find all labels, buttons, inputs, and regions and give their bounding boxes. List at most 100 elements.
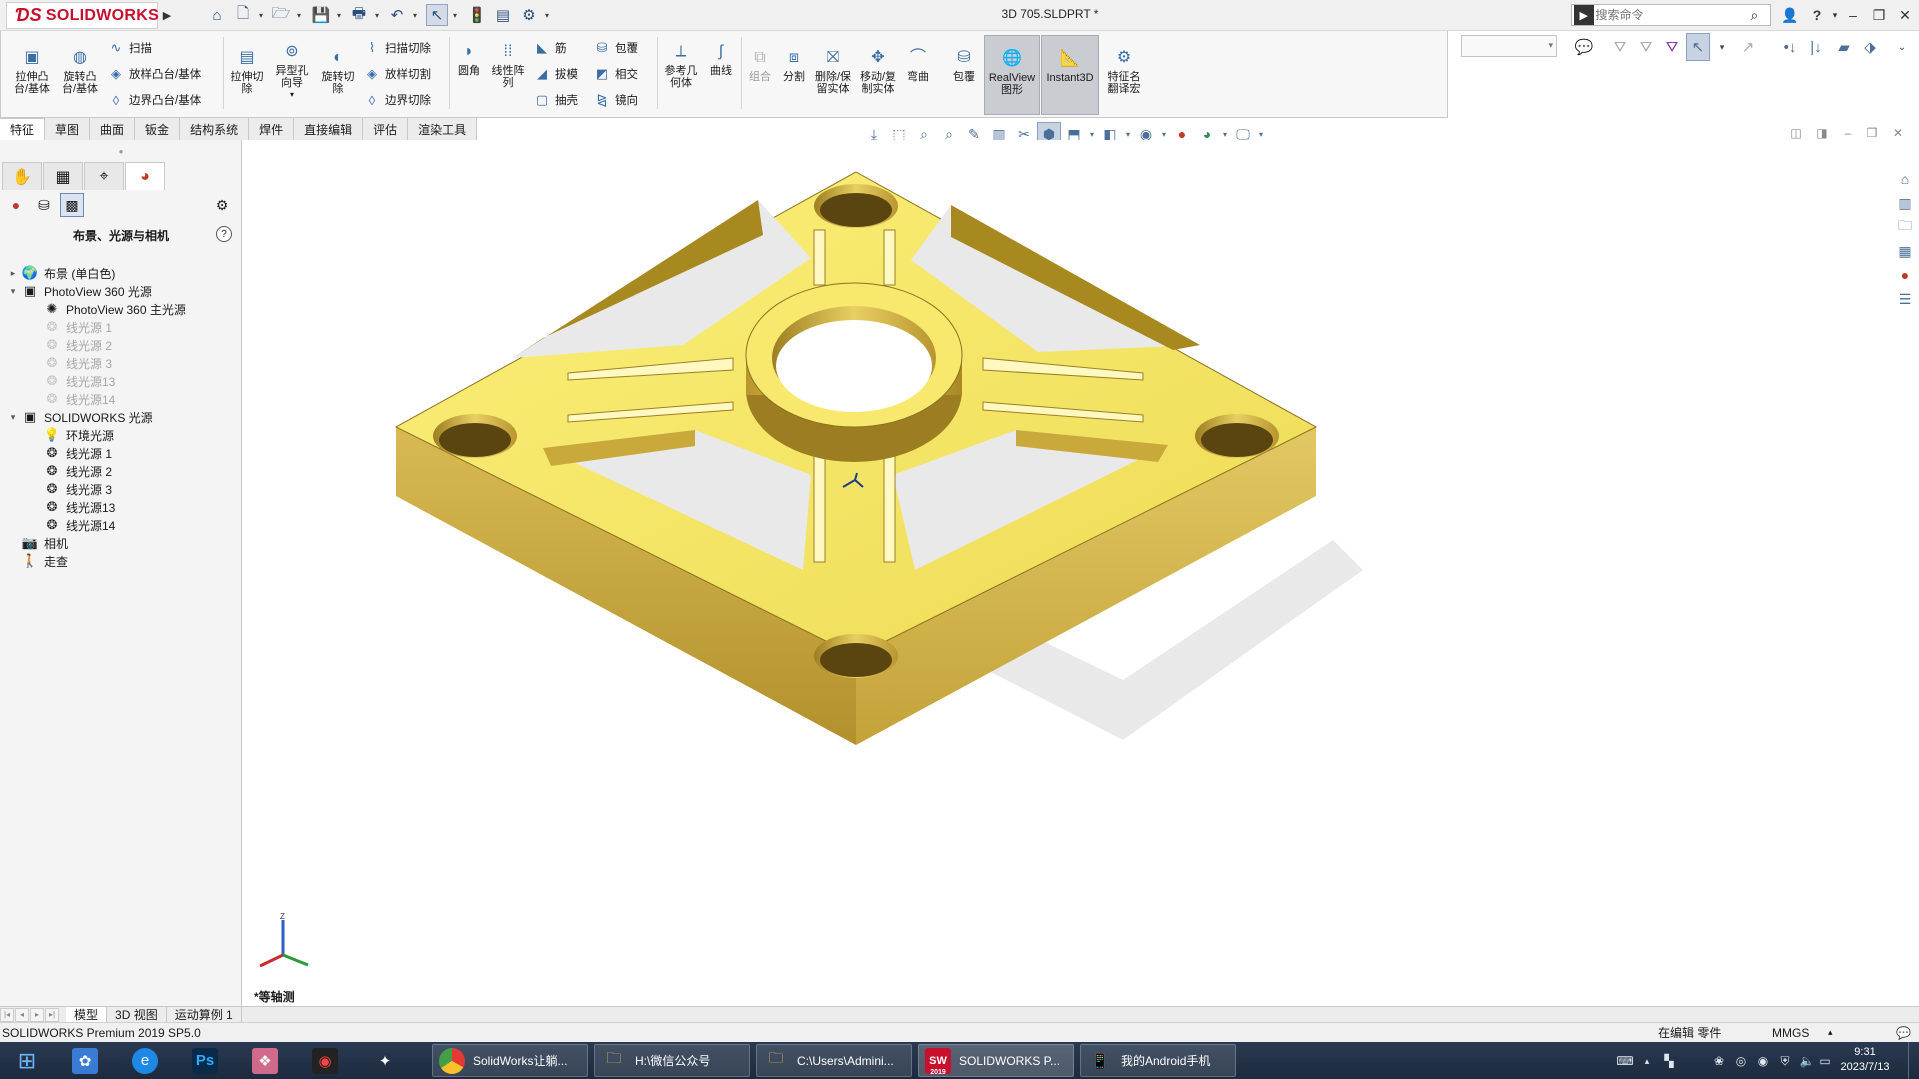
delete-body-button[interactable]: ⛝ 删除/保 留实体 [811,47,855,96]
taskbar-photoshop[interactable]: Ps [186,1044,232,1077]
flex-button[interactable]: ⌒ 弯曲 [901,47,935,84]
tray-app-3-icon[interactable]: ◎ [1732,1052,1750,1070]
tab-surfaces[interactable]: 曲面 [90,118,136,140]
search-commands-box[interactable]: ▶ ⌕ [1571,4,1771,26]
shell-button[interactable]: ▢ 抽壳 [533,91,578,109]
help-icon[interactable]: ? [216,226,232,242]
fillet-button[interactable]: ◗ 圆角 [451,41,487,78]
swept-cut-button[interactable]: ⌇ 扫描切除 [363,39,431,57]
unit-dropdown-icon[interactable]: ▴ [1828,1027,1833,1038]
tab-model[interactable]: 模型 [66,1006,108,1023]
tab-motion-study[interactable]: 运动算例 1 [167,1006,242,1023]
filter-edges-icon[interactable]: ⛛ [1634,33,1658,61]
axis-icon[interactable]: |↓ [1804,33,1828,61]
file-explorer-icon[interactable]: 🗀 [1893,216,1917,238]
filter-faces-icon[interactable]: ⛛ [1660,33,1684,61]
wrap-small-button[interactable]: ⛁ 包覆 [593,39,638,57]
new-document-icon[interactable]: 🗋 [232,4,254,26]
wrap-big-button[interactable]: ⛁ 包覆 [947,47,981,84]
extrude-cut-button[interactable]: ▤ 拉伸切 除 [225,47,269,96]
appearances-icon[interactable]: ● [4,193,28,217]
save-dropdown-icon[interactable]: ▾ [334,4,344,26]
tree-expander-icon[interactable]: ▾ [6,286,20,297]
print-icon[interactable]: 🖶 [348,4,370,26]
tray-app-2-icon[interactable]: ❀ [1710,1052,1728,1070]
first-tab-nav-icon[interactable]: |◂ [0,1007,14,1022]
select-dropdown-arrow-icon[interactable]: ▾ [1710,33,1734,61]
move-copy-body-button[interactable]: ✥ 移动/复 制实体 [855,47,901,96]
options-dropdown-icon[interactable]: ▾ [542,4,552,26]
tray-expand-icon[interactable]: ▴ [1638,1052,1656,1070]
volume-icon[interactable]: 🔈 [1798,1052,1816,1070]
tab-structure-system[interactable]: 结构系统 [180,118,250,140]
tab-sketch[interactable]: 草图 [45,118,91,140]
rebuild-icon[interactable]: 🚦 [466,4,488,26]
taskbar-item-folder-1[interactable]: 🗀 H:\微信公众号 [594,1044,750,1077]
show-desktop-button[interactable] [1908,1042,1919,1079]
design-library-icon[interactable]: ▥ [1893,192,1917,214]
display-manager-options-icon[interactable]: ⚙ [210,193,234,217]
taskbar-item-phone[interactable]: 📱 我的Android手机 [1080,1044,1236,1077]
search-input[interactable] [1595,8,1751,22]
options-gear-icon[interactable]: ⚙ [518,4,540,26]
draft-button[interactable]: ◢ 拔模 [533,65,578,83]
taskbar-item-folder-2[interactable]: 🗀 C:\Users\Admini... [756,1044,912,1077]
rib-button[interactable]: ◣ 筋 [533,39,567,57]
sweep-button[interactable]: ∿ 扫描 [107,39,152,57]
home-icon[interactable]: ⌂ [206,4,228,26]
menu-expand-arrow-icon[interactable]: ▶ [160,4,174,26]
tree-expander-icon[interactable]: ▾ [6,412,20,423]
reference-geometry-button[interactable]: ⟂ 参考几 何体 [659,41,703,90]
tab-3d-views[interactable]: 3D 视图 [107,1006,167,1023]
open-folder-icon[interactable]: 🗁 [270,4,292,26]
feature-manager-tab-icon[interactable]: ✋ [2,162,42,190]
save-icon[interactable]: 💾 [310,4,332,26]
last-tab-nav-icon[interactable]: ▸| [45,1007,59,1022]
taskbar-pinned-app[interactable]: ✿ [66,1044,112,1077]
select-arrow-icon[interactable]: ↖ [1686,33,1710,61]
select-dropdown-icon[interactable]: ▾ [450,4,460,26]
appearances-scenes-icon[interactable]: ● [1893,264,1917,286]
undo-dropdown-icon[interactable]: ▾ [410,4,420,26]
tab-sheet-metal[interactable]: 钣金 [135,118,181,140]
configuration-manager-tab-icon[interactable]: ⌖ [84,162,124,190]
print-dropdown-icon[interactable]: ▾ [372,4,382,26]
hole-wizard-button[interactable]: ⊚ 异型孔 向导 ▾ [269,41,315,101]
user-account-icon[interactable]: 👤 [1777,4,1803,26]
next-tab-nav-icon[interactable]: ▸ [30,1007,44,1022]
status-help-icon[interactable]: 💬 [1896,1026,1911,1040]
taskbar-pinned-misc[interactable]: ✦ [366,1044,412,1077]
custom-properties-icon[interactable]: ☰ [1893,288,1917,310]
linear-pattern-button[interactable]: ⁞⁞ 线性阵 列 [487,41,529,90]
tab-render-tools[interactable]: 渲染工具 [408,118,478,140]
tray-app-4-icon[interactable]: ◉ [1754,1052,1772,1070]
prev-tab-nav-icon[interactable]: ◂ [15,1007,29,1022]
lofted-cut-button[interactable]: ◈ 放样切割 [363,65,431,83]
hole-wizard-dropdown-icon[interactable]: ▾ [290,89,294,101]
taskbar-item-chrome[interactable]: SolidWorks让躺... [432,1044,588,1077]
tab-evaluate[interactable]: 评估 [363,118,409,140]
config-dropdown[interactable]: ▾ [1461,35,1557,57]
file-properties-icon[interactable]: ▤ [492,4,514,26]
viewport-close-icon[interactable]: ✕ [1888,124,1908,142]
solidworks-logo[interactable]: ƊS SOLIDWORKS [6,2,159,29]
tree-item[interactable]: 🚶 走查 [6,550,68,572]
mirror-button[interactable]: ⧎ 镜向 [593,91,638,109]
restore-window-icon[interactable]: ❐ [1866,4,1892,26]
graphics-area[interactable] [243,140,1891,1006]
system-clock[interactable]: 9:31 2023/7/13 [1830,1045,1900,1075]
extrude-boss-button[interactable]: ▣ 拉伸凸 台/基体 [9,47,55,96]
intersect-button[interactable]: ◩ 相交 [593,65,638,83]
close-window-icon[interactable]: ✕ [1892,4,1918,26]
tab-direct-editing[interactable]: 直接编辑 [294,118,364,140]
taskbar-recorder[interactable]: ◉ [306,1044,352,1077]
toolbar-overflow-icon[interactable]: ⌄ [1890,33,1914,61]
tree-expander-icon[interactable]: ▸ [6,268,20,279]
part-model-3d[interactable] [243,140,1891,1006]
view-palette-icon[interactable]: ▦ [1893,240,1917,262]
comment-icon[interactable]: 💬 [1572,33,1596,61]
revolve-boss-button[interactable]: ◍ 旋转凸 台/基体 [57,47,103,96]
new-dropdown-icon[interactable]: ▾ [256,4,266,26]
boundary-boss-button[interactable]: ◊ 边界凸台/基体 [107,91,201,109]
taskbar-item-solidworks[interactable]: SW 2019 SOLIDWORKS P... [918,1044,1074,1077]
